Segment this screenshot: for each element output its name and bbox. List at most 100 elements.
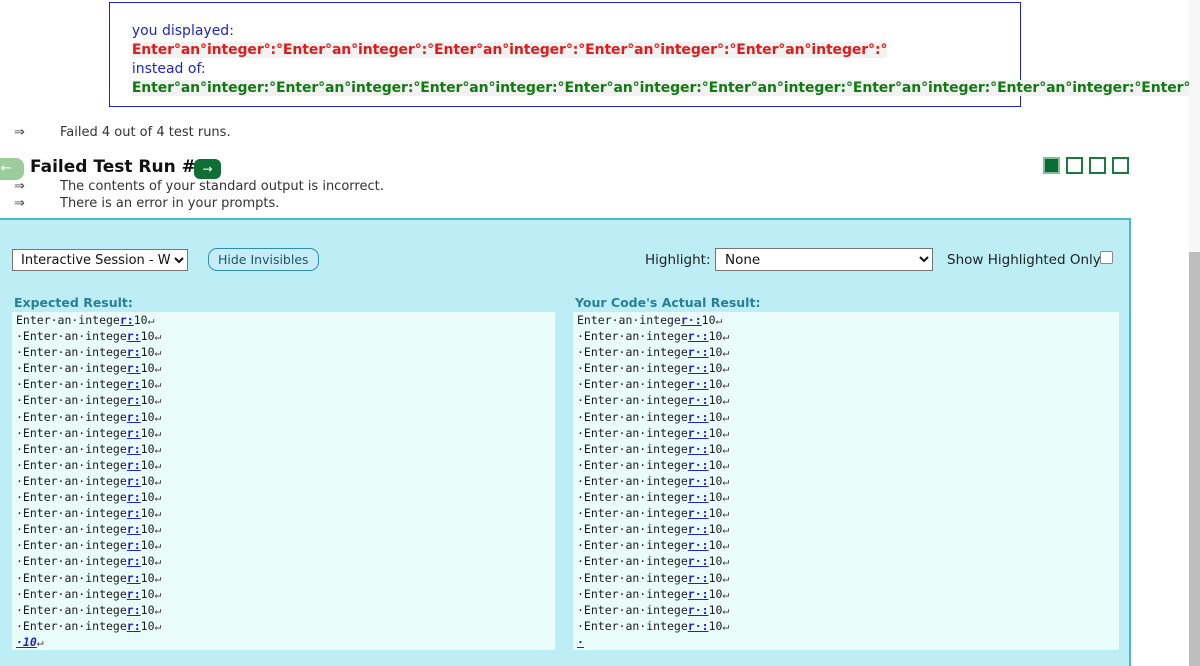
result-line-highlight: r: [126,345,141,360]
result-line: Enter·an·integer·:10↵ [573,312,1119,328]
result-line-suffix: 10 [140,538,155,553]
result-line-prefix: ·Enter·an·intege [577,554,688,569]
result-line-prefix: ·Enter·an·intege [16,586,127,601]
result-line-prefix: ·Enter·an·intege [16,506,127,521]
result-line: ·Enter·an·integer·:10↵ [573,328,1119,344]
result-line-suffix: 10 [140,329,155,344]
return-glyph-icon: ↵ [722,570,730,585]
result-line-suffix: 10 [701,313,716,327]
bullet-arrow-icon: ⇒ [14,179,25,194]
result-line: ·Enter·an·integer·:10↵ [573,376,1119,392]
return-glyph-icon: ↵ [154,506,162,521]
result-line-prefix: ·Enter·an·intege [577,457,688,472]
result-line: ·Enter·an·integer:10↵ [12,360,555,376]
result-line-suffix: 10 [708,586,723,601]
result-line-prefix: ·Enter·an·intege [577,538,688,553]
result-line-highlight: r: [126,457,141,472]
return-glyph-icon: ↵ [154,361,162,376]
result-line: ·Enter·an·integer·:10↵ [573,392,1119,408]
result-line-suffix: 10 [708,409,723,424]
result-line-prefix: ·Enter·an·intege [16,538,127,553]
result-line-suffix: 10 [140,441,155,456]
return-glyph-icon: ↵ [154,457,162,472]
result-line-prefix: ·Enter·an·intege [577,425,688,440]
session-select[interactable]: Interactive Session - W [12,249,188,271]
result-line-highlight: r·: [687,554,709,569]
highlight-label: Highlight: [645,252,711,268]
result-line-highlight: r: [126,441,141,456]
result-line: ·Enter·an·integer·:10↵ [573,570,1119,586]
result-line-highlight: r: [126,393,141,408]
comparison-toolbar: Interactive Session - W Hide Invisibles … [0,220,1129,272]
result-line-prefix: ·Enter·an·intege [16,570,127,585]
result-line-highlight: r: [126,554,141,569]
result-line-suffix: 10 [140,570,155,585]
expected-result-box: Enter·an·integer:10↵ ·Enter·an·integer:10… [12,312,555,650]
result-line-prefix: ·Enter·an·intege [577,473,688,488]
result-line-highlight: r·: [687,570,709,585]
result-line: ·Enter·an·integer·:10↵ [573,537,1119,553]
result-line-prefix: ·Enter·an·intege [577,490,688,505]
result-line-prefix: ·Enter·an·intege [16,377,127,392]
next-test-run-button[interactable]: → [194,159,221,179]
result-line-highlight: r·: [687,522,709,537]
you-displayed-text: Enter°an°integer°:°Enter°an°integer°:°En… [131,42,888,58]
return-glyph-icon: ↵ [154,409,162,424]
result-line: ·Enter·an·integer:10↵ [12,521,555,537]
result-line: ·Enter·an·integer·:10↵ [573,489,1119,505]
result-line-highlight: r: [126,425,141,440]
return-glyph-icon: ↵ [722,329,730,344]
result-line-prefix: ·Enter·an·intege [577,570,688,585]
return-glyph-icon: ↵ [36,634,44,649]
actual-result-box: Enter·an·integer·:10↵ ·Enter·an·integer·:… [573,312,1119,650]
return-glyph-icon: ↵ [154,618,162,633]
result-line: ·Enter·an·integer:10↵ [12,344,555,360]
result-line-prefix: ·Enter·an·intege [16,457,127,472]
result-line-suffix: 10 [708,457,723,472]
result-line-highlight: r·: [687,345,709,360]
pager-square-1[interactable] [1043,157,1060,174]
result-line-prefix: ·Enter·an·intege [577,441,688,456]
error-line-1: ⇒ The contents of your standard output is… [14,179,384,194]
result-line-highlight: r: [126,586,141,601]
error-line-1-text: The contents of your standard output is … [60,179,384,194]
result-line-highlight: r·: [687,361,709,376]
result-line-highlight: r·: [687,506,709,521]
return-glyph-icon: ↵ [154,490,162,505]
result-line-suffix: 10 [140,345,155,360]
page-title: Failed Test Run #1 [30,157,208,177]
result-line-suffix: 10 [140,490,155,505]
return-glyph-icon: ↵ [722,441,730,456]
previous-test-run-button[interactable]: ← [0,158,24,180]
result-line-suffix: 10 [708,345,723,360]
return-glyph-icon: ↵ [722,554,730,569]
result-line-highlight: r·: [687,393,709,408]
highlight-select[interactable]: None [715,248,933,271]
page-scrollbar-track[interactable] [1189,0,1200,666]
result-line-suffix: 10 [140,473,155,488]
result-line-highlight: r·: [687,425,709,440]
result-line: ·Enter·an·integer:10↵ [12,441,555,457]
result-line-prefix: ·Enter·an·intege [577,409,688,424]
test-run-pager [1043,157,1129,174]
result-line-highlight: r·: [687,409,709,424]
return-glyph-icon: ↵ [154,441,162,456]
actual-result-header: Your Code's Actual Result: [575,295,761,310]
show-highlighted-only-checkbox[interactable] [1100,251,1113,264]
result-line-highlight: r: [126,602,141,617]
result-line-suffix: 10 [708,377,723,392]
pager-square-4[interactable] [1112,157,1129,174]
page-scrollbar-thumb[interactable] [1189,252,1200,666]
result-line-highlight: r: [126,506,141,521]
result-line: ·Enter·an·integer·:10↵ [573,521,1119,537]
diff-message-box: you displayed: Enter°an°integer°:°Enter°… [109,2,1200,107]
pager-square-2[interactable] [1066,157,1083,174]
return-glyph-icon: ↵ [722,377,730,392]
return-glyph-icon: ↵ [722,618,730,633]
hide-invisibles-button[interactable]: Hide Invisibles [208,248,319,271]
return-glyph-icon: ↵ [154,554,162,569]
result-line: ·Enter·an·integer:10↵ [12,409,555,425]
failed-test-summary: ⇒ Failed 4 out of 4 test runs. [14,125,231,140]
pager-square-3[interactable] [1089,157,1106,174]
result-line-highlight: r·: [687,586,709,601]
